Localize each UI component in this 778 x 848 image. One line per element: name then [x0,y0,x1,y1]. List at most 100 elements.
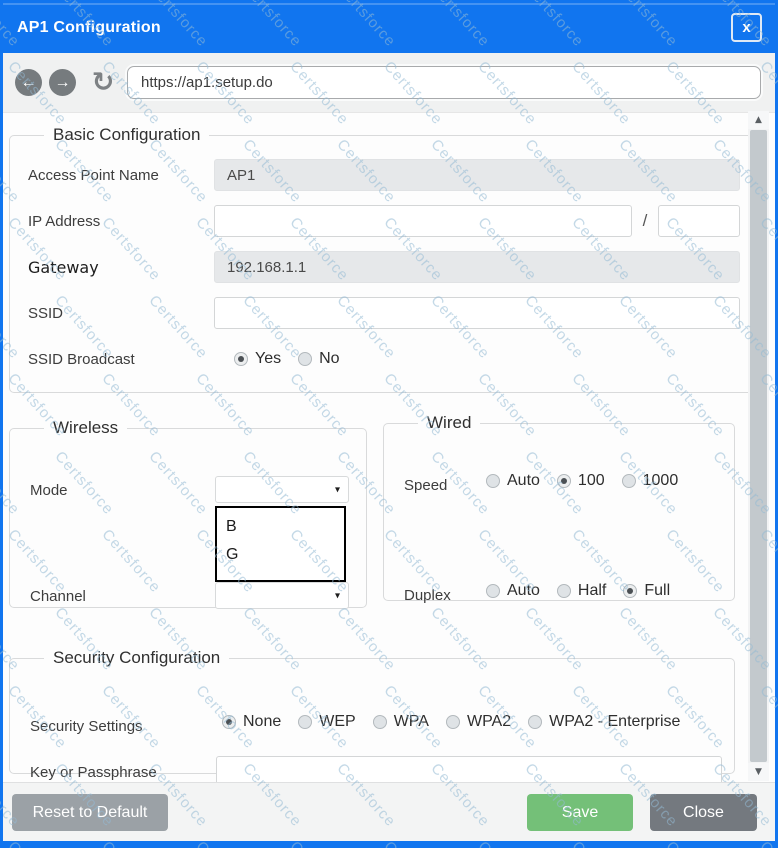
radio-label: Auto [507,472,540,490]
wireless-legend: Wireless [44,418,127,438]
form-content: Basic Configuration Access Point Name IP… [3,113,775,782]
url-bar[interactable]: https://ap1.setup.do [127,66,761,99]
radio-label: Auto [507,582,540,600]
radio-icon [528,715,542,729]
chevron-down-icon: ▾ [335,484,340,495]
security-wpa2-radio[interactable]: WPA2 [446,713,511,731]
radio-label: WPA2 - Enterprise [549,713,680,731]
wired-legend: Wired [418,413,480,433]
radio-icon [623,584,637,598]
security-wpa-radio[interactable]: WPA [373,713,429,731]
radio-label: None [243,713,281,731]
duplex-radio-group: Auto Half Full [486,582,670,600]
radio-icon [222,715,236,729]
ssid-label: SSID [28,305,214,322]
close-button[interactable]: Close [650,794,757,831]
ssid-broadcast-radio-group: Yes No [234,350,340,368]
channel-dropdown[interactable]: ▾ [215,582,349,609]
refresh-button[interactable]: ↻ [87,69,119,96]
gateway-input[interactable] [214,251,740,283]
ip-address-label: IP Address [28,213,214,230]
security-settings-label: Security Settings [30,718,143,735]
duplex-half-radio[interactable]: Half [557,582,606,600]
scroll-down-button[interactable]: ▼ [748,763,769,781]
wired-section: Wired Speed Auto 100 1000 Duplex [383,413,735,601]
duplex-label: Duplex [404,587,451,604]
duplex-full-radio[interactable]: Full [623,582,670,600]
radio-icon [298,715,312,729]
back-arrow-icon: ← [21,74,37,92]
security-configuration-legend: Security Configuration [44,648,229,668]
channel-label: Channel [30,588,86,605]
url-text: https://ap1.setup.do [141,74,273,91]
mode-dropdown[interactable]: ▾ [215,476,349,503]
radio-icon [486,584,500,598]
ip-prefix-separator: / [632,211,658,231]
speed-radio-group: Auto 100 1000 [486,472,678,490]
ssid-broadcast-label: SSID Broadcast [28,351,214,368]
speed-auto-radio[interactable]: Auto [486,472,540,490]
radio-label: 1000 [643,472,679,490]
key-or-passphrase-label: Key or Passphrase [30,764,157,781]
security-wpa2-enterprise-radio[interactable]: WPA2 - Enterprise [528,713,680,731]
security-none-radio[interactable]: None [222,713,281,731]
radio-label: WPA2 [467,713,511,731]
radio-icon [557,474,571,488]
scrollbar-thumb[interactable] [750,130,767,762]
save-button[interactable]: Save [527,794,633,831]
footer-bar: Reset to Default Save Close [3,782,775,841]
radio-icon [622,474,636,488]
refresh-icon: ↻ [92,67,115,98]
chevron-down-icon: ▾ [335,590,340,601]
ip-address-row: IP Address / [28,205,740,237]
gateway-label: Gateway [28,258,214,277]
mode-option-b[interactable]: B [226,513,344,541]
forward-arrow-icon: → [55,74,71,92]
scroll-up-button[interactable]: ▲ [748,111,769,129]
forward-button[interactable]: → [49,69,76,96]
radio-icon [298,352,312,366]
vertical-scrollbar: ▲ ▼ [748,111,769,781]
duplex-auto-radio[interactable]: Auto [486,582,540,600]
mode-option-g[interactable]: G [226,541,344,569]
radio-label: WEP [319,713,355,731]
wireless-section: Wireless Mode ▾ B G Channel ▾ [9,418,367,608]
ap-config-window: AP1 Configuration x ← → ↻ https://ap1.se… [0,0,778,848]
radio-icon [373,715,387,729]
window-title: AP1 Configuration [3,19,161,37]
reset-to-default-button[interactable]: Reset to Default [12,794,168,831]
ssid-broadcast-no-radio[interactable]: No [298,350,339,368]
back-button[interactable]: ← [15,69,42,96]
ssid-input[interactable] [214,297,740,329]
security-configuration-section: Security Configuration Security Settings… [9,648,735,774]
ip-address-input[interactable] [214,205,632,237]
close-icon: x [742,19,750,36]
window-close-button[interactable]: x [731,13,762,42]
ssid-broadcast-row: SSID Broadcast Yes No [28,343,740,375]
mode-label: Mode [30,482,68,499]
speed-label: Speed [404,477,447,494]
radio-icon [557,584,571,598]
basic-configuration-section: Basic Configuration Access Point Name IP… [9,125,757,393]
radio-label: WPA [394,713,429,731]
access-point-name-input[interactable] [214,159,740,191]
ssid-broadcast-yes-radio[interactable]: Yes [234,350,281,368]
radio-label: 100 [578,472,605,490]
radio-label: No [319,350,339,368]
security-settings-radio-group: None WEP WPA WPA2 WPA2 - Enterprise [222,713,680,731]
radio-label: Half [578,582,606,600]
gateway-row: Gateway [28,251,740,283]
radio-icon [486,474,500,488]
radio-icon [234,352,248,366]
access-point-name-row: Access Point Name [28,159,740,191]
browser-toolbar: ← → ↻ https://ap1.setup.do [3,53,775,113]
mode-option-list: B G [215,506,346,582]
access-point-name-label: Access Point Name [28,167,214,184]
speed-1000-radio[interactable]: 1000 [622,472,679,490]
subnet-prefix-input[interactable] [658,205,740,237]
radio-label: Yes [255,350,281,368]
security-wep-radio[interactable]: WEP [298,713,355,731]
speed-100-radio[interactable]: 100 [557,472,605,490]
radio-label: Full [644,582,670,600]
title-bar: AP1 Configuration x [3,3,775,53]
